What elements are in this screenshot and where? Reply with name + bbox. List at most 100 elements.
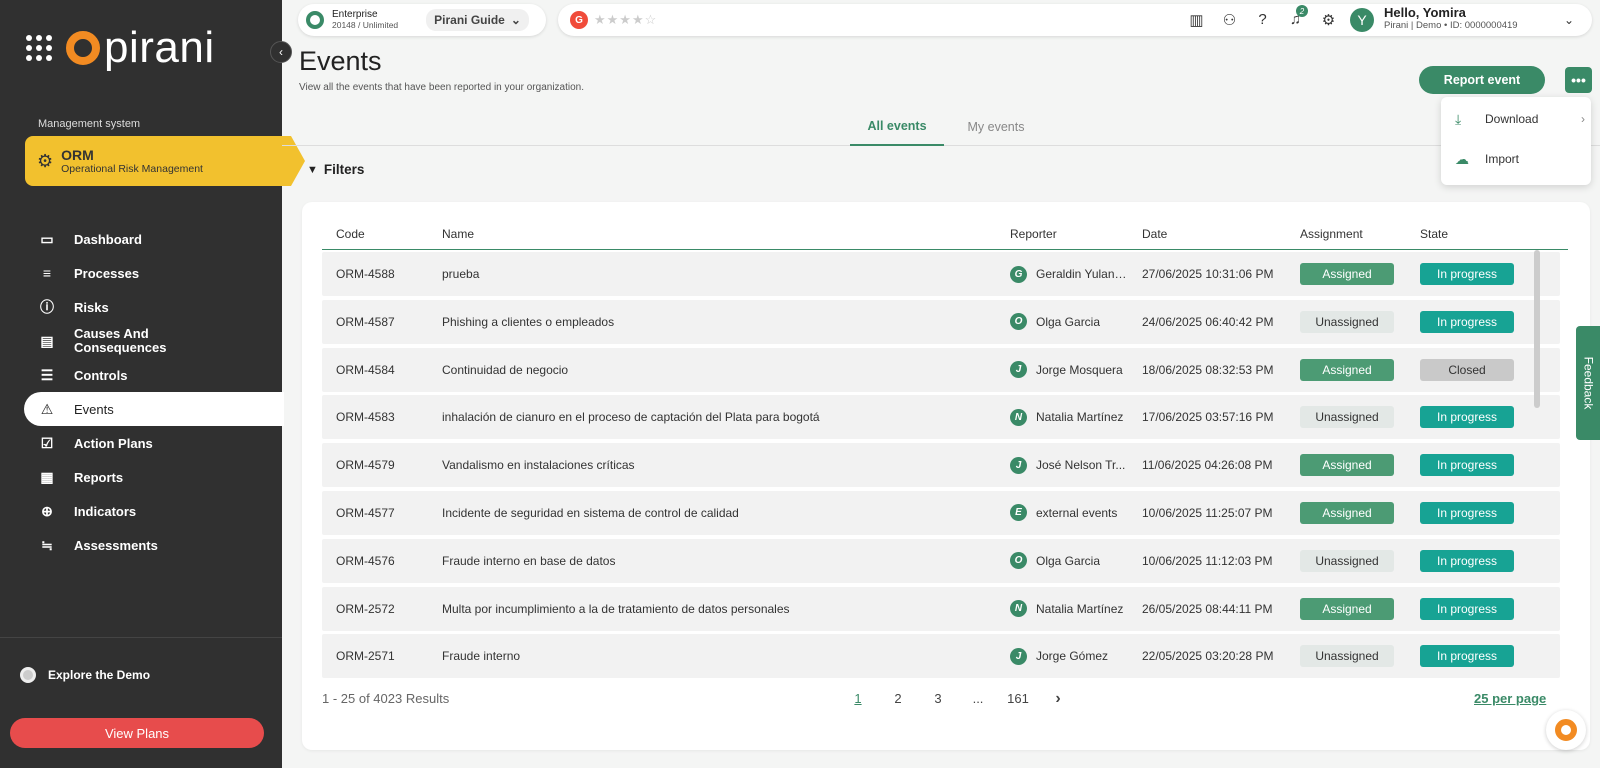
assignment-badge: Unassigned — [1300, 645, 1394, 668]
cell-state: In progress — [1420, 300, 1514, 344]
header-reporter[interactable]: Reporter — [1010, 218, 1057, 250]
table-row[interactable]: ORM-4579 Vandalismo en instalaciones crí… — [322, 443, 1560, 488]
cell-name: inhalación de cianuro en el proceso de c… — [442, 410, 820, 425]
sidebar-item-controls[interactable]: ☰ Controls — [24, 358, 282, 392]
cell-code: ORM-4587 — [336, 314, 395, 329]
reporter-avatar: O — [1010, 552, 1027, 570]
chevron-down-icon: ▼ — [307, 163, 318, 176]
sidebar-divider — [0, 637, 282, 638]
cell-name: Fraude interno en base de datos — [442, 553, 616, 568]
pirani-guide-button[interactable]: Pirani Guide ⌄ — [426, 9, 529, 31]
sidebar-item-risks[interactable]: ⓘ Risks — [24, 290, 282, 324]
building-icon[interactable]: ▥ — [1180, 11, 1213, 29]
table-row[interactable]: ORM-2572 Multa por incumplimiento a la d… — [322, 586, 1560, 631]
table-body: ORM-4588 prueba G Geraldin Yulani ... 27/… — [322, 252, 1560, 682]
next-page-icon[interactable]: › — [1038, 691, 1078, 707]
plan-ring-icon — [306, 11, 324, 29]
more-options-button[interactable]: ••• — [1565, 67, 1592, 93]
state-badge: In progress — [1420, 597, 1514, 620]
reporter-name: Natalia Martínez — [1036, 601, 1124, 616]
sidebar-item-action-plans[interactable]: ☑ Action Plans — [24, 426, 282, 460]
tab-my-events[interactable]: My events — [944, 108, 1048, 146]
avatar[interactable]: Y — [1350, 8, 1374, 32]
header-assignment[interactable]: Assignment — [1300, 218, 1363, 250]
assignment-badge: Assigned — [1300, 597, 1394, 620]
sidebar-nav: ▭ Dashboard ≡ Processes ⓘ Risks ▤ Causes And… — [24, 222, 284, 562]
sidebar-item-assessments[interactable]: ≒ Assessments — [24, 528, 282, 562]
cell-state: In progress — [1420, 395, 1514, 439]
table-row[interactable]: ORM-2571 Fraude interno J Jorge Gómez 22/… — [322, 634, 1560, 679]
reporter-name: Geraldin Yulani ... — [1036, 267, 1128, 281]
notification-badge: 2 — [1296, 5, 1308, 17]
table-row[interactable]: ORM-4587 Phishing a clientes o empleados… — [322, 299, 1560, 344]
sidebar-item-dashboard[interactable]: ▭ Dashboard — [24, 222, 282, 256]
assistant-button[interactable] — [1546, 710, 1586, 750]
bar-chart-icon: ▦ — [40, 468, 54, 485]
cell-code: ORM-4588 — [336, 267, 395, 281]
sidebar-item-label: Indicators — [74, 503, 137, 519]
tab-all-events[interactable]: All events — [850, 108, 944, 146]
page-3[interactable]: 3 — [918, 691, 958, 706]
add-user-icon[interactable]: ⚇ — [1213, 11, 1246, 29]
settings-gear-icon[interactable]: ⚙ — [1312, 11, 1345, 29]
g2-logo-icon[interactable]: G — [570, 11, 588, 29]
cell-code: ORM-4576 — [336, 553, 395, 568]
report-event-button[interactable]: Report event — [1419, 66, 1545, 94]
top-toolbar: G ★★★★☆ ▥ ⚇ ? ♫ 2 ⚙ Y Hello, Yomira Piran… — [558, 4, 1592, 36]
header-name[interactable]: Name — [442, 218, 474, 250]
header-date[interactable]: Date — [1142, 218, 1167, 250]
sidebar-item-processes[interactable]: ≡ Processes — [24, 256, 282, 290]
cell-name: Phishing a clientes o empleados — [442, 314, 615, 329]
apps-grid-icon[interactable] — [26, 35, 52, 61]
page-161[interactable]: 161 — [998, 691, 1038, 706]
sidebar-item-reports[interactable]: ▦ Reports — [24, 460, 282, 494]
reporter-avatar: N — [1010, 600, 1027, 618]
cell-reporter: J Jorge Gómez — [1010, 634, 1108, 678]
table-scrollbar[interactable] — [1534, 250, 1540, 408]
table-row[interactable]: ORM-4588 prueba G Geraldin Yulani ... 27/… — [322, 252, 1560, 296]
cell-state: In progress — [1420, 491, 1514, 535]
header-code[interactable]: Code — [336, 218, 365, 250]
per-page-selector[interactable]: 25 per page — [1474, 691, 1546, 706]
sidebar-item-indicators[interactable]: ⊕ Indicators — [24, 494, 282, 528]
module-selector[interactable]: ⚙ ORM Operational Risk Management — [25, 136, 305, 186]
sidebar-item-events[interactable]: ⚠ Events — [24, 392, 284, 426]
management-system-label: Management system — [38, 118, 141, 130]
cell-name: Vandalismo en instalaciones críticas — [442, 458, 635, 473]
menu-item-download[interactable]: ⤓ Download › — [1455, 109, 1585, 129]
cell-code: ORM-4584 — [336, 362, 395, 377]
sidebar-item-causes[interactable]: ▤ Causes And Consequences — [24, 324, 282, 358]
collapse-sidebar-button[interactable]: ‹ — [270, 41, 292, 63]
cell-assignment: Assigned — [1300, 252, 1394, 296]
cell-date: 11/06/2025 04:26:08 PM — [1142, 458, 1273, 473]
table-row[interactable]: ORM-4583 inhalación de cianuro en el pro… — [322, 395, 1560, 440]
pirani-logo[interactable]: pirani — [26, 26, 215, 70]
reporter-avatar: J — [1010, 647, 1027, 665]
help-icon[interactable]: ? — [1246, 11, 1279, 29]
table-row[interactable]: ORM-4584 Continuidad de negocio J Jorge M… — [322, 347, 1560, 392]
page-ellipsis: ... — [972, 691, 984, 706]
toggle-icon — [20, 667, 36, 683]
header-state[interactable]: State — [1420, 218, 1448, 250]
reporter-avatar: E — [1010, 504, 1027, 522]
plan-name: Enterprise — [332, 9, 378, 20]
menu-item-import[interactable]: ☁ Import — [1455, 149, 1585, 169]
rating-stars[interactable]: ★★★★☆ — [594, 12, 657, 28]
table-row[interactable]: ORM-4577 Incidente de seguridad en siste… — [322, 490, 1560, 535]
menu-item-label: Import — [1485, 152, 1520, 166]
page-2[interactable]: 2 — [878, 691, 918, 706]
cell-date: 26/05/2025 08:44:11 PM — [1142, 601, 1273, 616]
filters-toggle[interactable]: ▼ Filters — [307, 162, 364, 177]
page-1[interactable]: 1 — [838, 691, 878, 706]
state-badge: In progress — [1420, 310, 1514, 333]
view-plans-button[interactable]: View Plans — [10, 718, 264, 748]
bell-icon[interactable]: ♫ 2 — [1279, 5, 1312, 29]
reporter-avatar: J — [1010, 456, 1027, 474]
explore-demo-toggle[interactable]: Explore the Demo — [20, 667, 150, 683]
user-info[interactable]: Hello, Yomira Pirani | Demo • ID: 000000… — [1384, 6, 1518, 32]
chevron-down-icon[interactable]: ⌄ — [1564, 13, 1574, 27]
reporter-name: external events — [1036, 505, 1118, 520]
table-row[interactable]: ORM-4576 Fraude interno en base de datos… — [322, 538, 1560, 583]
cell-date: 17/06/2025 03:57:16 PM — [1142, 410, 1274, 425]
feedback-tab[interactable]: Feedback — [1576, 326, 1600, 440]
